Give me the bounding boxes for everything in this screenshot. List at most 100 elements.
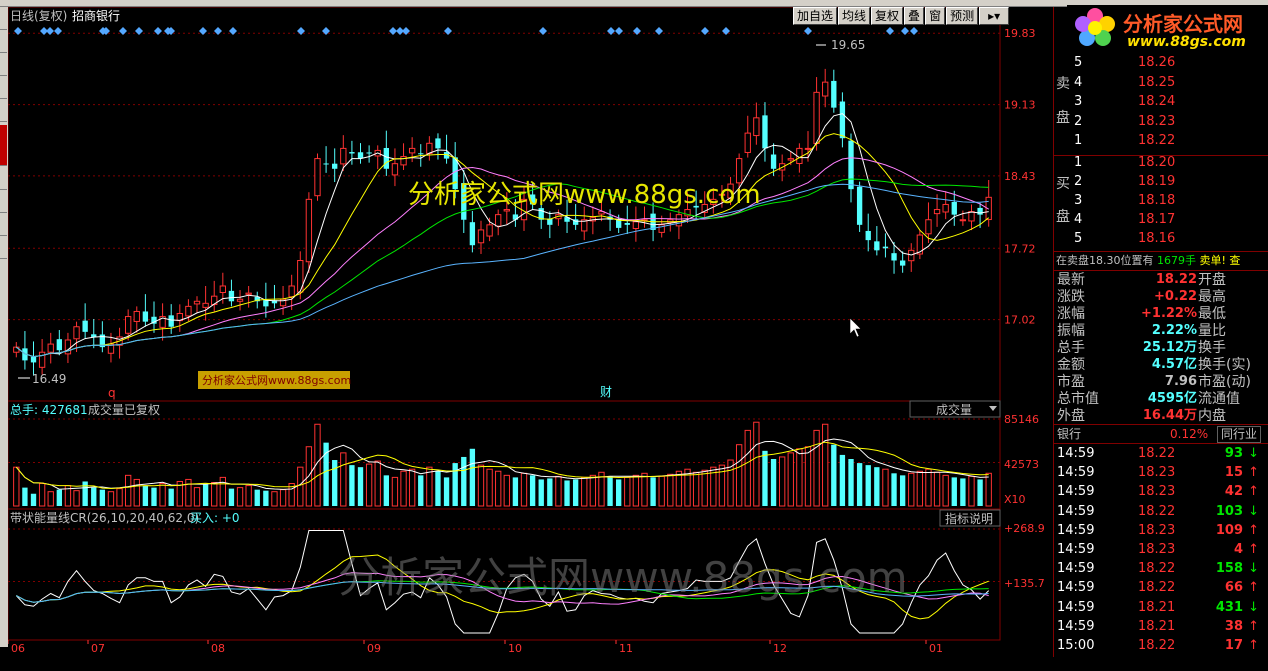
tick-volume: 93	[1224, 446, 1243, 461]
volume-bar	[365, 463, 373, 507]
volume-bar	[486, 468, 493, 507]
candle-body	[228, 290, 235, 302]
candle-body	[787, 158, 794, 161]
volume-bar	[22, 487, 28, 506]
volume-bar	[744, 429, 751, 507]
tick-time: 14:59	[1057, 580, 1095, 596]
left-tab[interactable]	[0, 99, 7, 122]
ma-button[interactable]: 均线	[838, 7, 871, 25]
tick-volume: 66	[1224, 580, 1243, 596]
candle-body	[624, 223, 630, 225]
candle-body	[908, 249, 915, 262]
book-price: 18.17	[1138, 212, 1176, 227]
site-logo: 分析家公式网 www.88gs.com	[1067, 5, 1268, 51]
book-level: 5	[1074, 55, 1083, 70]
rights-button[interactable]: 复权	[871, 7, 904, 25]
book-level: 4	[1074, 74, 1083, 90]
candle-body	[13, 346, 20, 353]
volume-bar	[675, 470, 683, 507]
volume-bar	[822, 423, 829, 507]
volume-bar	[400, 470, 407, 507]
volume-bar	[271, 491, 278, 507]
quote-label: 外盘	[1057, 408, 1085, 424]
volume-bar	[426, 466, 433, 507]
forecast-button[interactable]: 预测	[946, 7, 979, 25]
quote-value: 16.44万	[1142, 408, 1197, 423]
left-tab[interactable]	[0, 213, 7, 236]
book-price: 18.25	[1138, 74, 1176, 90]
volume-bar	[73, 490, 80, 507]
arrow-up-icon: ↑	[1248, 465, 1259, 481]
volume-bar	[581, 476, 588, 507]
date-label: 10	[508, 642, 522, 655]
candle-body	[813, 91, 820, 145]
volume-title: 总手: 427681	[10, 403, 88, 417]
volume-bar	[193, 487, 201, 507]
volume-bar	[477, 464, 485, 507]
order-alert[interactable]: 在卖盘18.30位置有 1679手 卖单! 查	[1054, 252, 1268, 271]
same-industry-button[interactable]: 同行业	[1217, 426, 1262, 443]
candle-body	[219, 285, 226, 294]
volume-bar	[142, 485, 149, 506]
candle-body	[753, 117, 760, 137]
candle-body	[495, 214, 502, 227]
volume-bar	[839, 454, 846, 506]
tick-volume: 103	[1215, 503, 1243, 519]
left-tab[interactable]	[0, 53, 7, 76]
candle-body	[831, 80, 837, 108]
volume-bar	[38, 483, 46, 507]
volume-bar	[589, 474, 597, 507]
quote-label-right: 流通值	[1198, 391, 1240, 407]
candle-body	[38, 351, 46, 368]
left-tab[interactable]	[0, 76, 7, 99]
candle-body	[168, 315, 174, 327]
volume-bar	[13, 466, 20, 507]
price-axis-label: 18.43	[1004, 170, 1036, 183]
candle-body	[891, 253, 897, 261]
left-tab-strip[interactable]	[0, 7, 8, 647]
volume-bar	[951, 477, 957, 506]
left-tab-active[interactable]	[0, 125, 7, 166]
candle-body	[236, 298, 244, 302]
tick-volume: 15	[1224, 465, 1243, 481]
overlay-button[interactable]: 叠	[904, 7, 925, 25]
volume-bar	[831, 444, 837, 506]
left-tab[interactable]	[0, 7, 7, 30]
left-tab[interactable]	[0, 167, 7, 190]
volume-bar	[332, 460, 338, 506]
tick-volume: 431	[1215, 599, 1243, 615]
tick-price: 18.22	[1138, 561, 1176, 577]
tool-menu-button[interactable]: ▸▾	[979, 7, 1010, 25]
tick-time: 14:59	[1057, 503, 1095, 519]
volume-bar	[770, 458, 777, 506]
quote-label-right: 最高	[1198, 289, 1226, 305]
left-tab[interactable]	[0, 30, 7, 53]
kline-chart[interactable]: 19.83 19.13 18.43 17.72 17.02 日线(复权) 招商银行 19…	[8, 7, 1053, 657]
left-tab[interactable]	[0, 236, 7, 259]
sell-label-2: 盘	[1056, 110, 1070, 126]
candle-body	[408, 147, 416, 154]
alert-text-a: 在卖盘18.30位置有	[1056, 254, 1154, 267]
candle-body	[616, 219, 622, 228]
volume-bar	[107, 491, 115, 507]
price-axis-label: 17.02	[1004, 314, 1036, 327]
candle-body	[366, 152, 372, 154]
add-watchlist-button[interactable]: 加自选	[793, 7, 838, 25]
candle-body	[477, 229, 485, 244]
volume-bar	[159, 483, 166, 507]
candle-body	[47, 343, 54, 353]
window-button[interactable]: 窗	[925, 7, 946, 25]
book-level: 1	[1074, 133, 1083, 148]
tick-time: 14:59	[1057, 599, 1095, 615]
candle-body	[822, 81, 829, 97]
low-label: 16.49	[32, 372, 66, 386]
candle-body	[856, 186, 863, 225]
left-tab[interactable]	[0, 190, 7, 213]
volume-bar	[658, 475, 665, 507]
tick-price: 18.23	[1138, 484, 1176, 500]
volume-bar	[512, 477, 519, 506]
stock-name: 招商银行	[72, 8, 120, 23]
tick-time: 14:59	[1057, 618, 1095, 634]
tick-price: 18.22	[1138, 580, 1176, 596]
volume-bar	[632, 474, 640, 507]
